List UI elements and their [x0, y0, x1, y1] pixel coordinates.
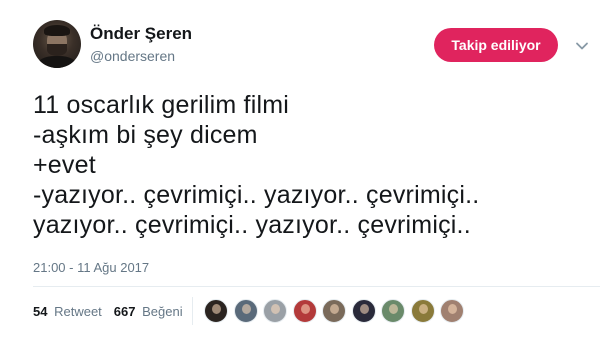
- liker-avatars: [204, 299, 470, 323]
- like-count-value: 667: [113, 304, 136, 319]
- author-handle: @onderseren: [90, 48, 176, 64]
- liker-avatar[interactable]: [263, 299, 287, 323]
- retweet-count-label: Retweet: [54, 304, 102, 319]
- tweet-text-line: 11 oscarlık gerilim filmi: [33, 91, 289, 119]
- tweet-text-line: -yazıyor.. çevrimiçi.. yazıyor.. çevrimi…: [33, 181, 480, 209]
- liker-avatar[interactable]: [322, 299, 346, 323]
- tweet-text: 11 oscarlık gerilim filmi -aşkım bi şey …: [33, 90, 593, 240]
- tweet-timestamp[interactable]: 21:00 - 11 Ağu 2017: [33, 260, 149, 275]
- tweet-text-line: yazıyor.. çevrimiçi.. yazıyor.. çevrimiç…: [33, 211, 471, 239]
- tweet-stats: 54 Retweet 667 Beğeni: [33, 304, 183, 319]
- following-button[interactable]: Takip ediliyor: [434, 28, 558, 62]
- avatar-beard: [47, 44, 67, 56]
- liker-avatar[interactable]: [204, 299, 228, 323]
- like-count[interactable]: 667 Beğeni: [114, 304, 183, 319]
- avatar-hair: [44, 25, 70, 36]
- liker-avatar[interactable]: [233, 299, 258, 323]
- like-count-label: Beğeni: [142, 304, 183, 319]
- liker-avatar[interactable]: [351, 299, 376, 323]
- author-avatar[interactable]: [33, 20, 81, 68]
- author-display-name[interactable]: Önder Şeren: [90, 24, 192, 44]
- divider: [33, 286, 600, 287]
- stats-divider: [192, 297, 193, 325]
- tweet-text-line: -aşkım bi şey dicem: [33, 121, 258, 149]
- liker-avatar[interactable]: [410, 299, 435, 323]
- liker-avatar[interactable]: [381, 299, 405, 323]
- avatar-body: [37, 56, 77, 68]
- chevron-down-icon[interactable]: [574, 38, 590, 54]
- liker-avatar[interactable]: [440, 299, 464, 323]
- retweet-count[interactable]: 54 Retweet: [33, 304, 102, 319]
- retweet-count-value: 54: [33, 304, 48, 319]
- liker-avatar[interactable]: [292, 299, 317, 323]
- tweet-text-line: +evet: [33, 151, 96, 179]
